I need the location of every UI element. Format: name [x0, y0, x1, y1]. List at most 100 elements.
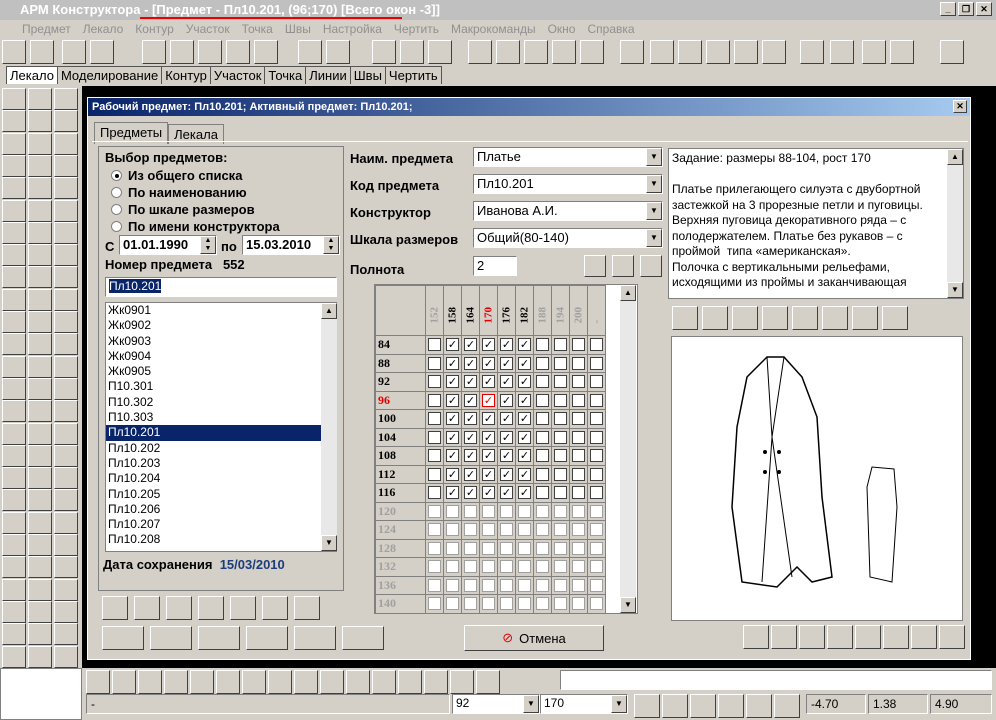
toolbox-button[interactable]: [28, 534, 52, 556]
toolbox-button[interactable]: [54, 177, 78, 200]
draw-tool-button-12[interactable]: [398, 670, 422, 694]
radio-option-0[interactable]: Из общего списка: [111, 167, 280, 184]
tab-3[interactable]: Участок: [209, 66, 266, 84]
snap-button-2[interactable]: [690, 694, 716, 718]
size-row-header[interactable]: 124: [375, 520, 426, 540]
size-height-checkbox[interactable]: [428, 393, 441, 407]
toolbar-button-8[interactable]: [254, 40, 278, 64]
snap-button-4[interactable]: [746, 694, 772, 718]
size-height-checkbox[interactable]: ✓: [482, 486, 495, 500]
size-height-checkbox[interactable]: [482, 523, 495, 537]
tab-0[interactable]: Лекало: [6, 66, 58, 84]
tab-4[interactable]: Точка: [264, 66, 307, 84]
height-column-header[interactable]: 164: [461, 285, 480, 336]
size-height-checkbox[interactable]: [590, 597, 603, 611]
size-height-checkbox[interactable]: [500, 504, 513, 518]
toolbox-button[interactable]: [28, 132, 52, 155]
toolbox-button[interactable]: [2, 355, 26, 378]
toolbox-button[interactable]: [28, 422, 52, 445]
size-height-checkbox[interactable]: [572, 430, 585, 444]
size-row-header[interactable]: 120: [375, 501, 426, 521]
size-height-checkbox[interactable]: ✓: [446, 412, 459, 426]
toolbox-button[interactable]: [2, 154, 26, 177]
size-height-checkbox[interactable]: [590, 356, 603, 370]
size-height-checkbox[interactable]: [464, 504, 477, 518]
list-item[interactable]: Жк0904: [106, 349, 336, 364]
toolbox-button[interactable]: [2, 511, 26, 534]
draw-tool-button-5[interactable]: [216, 670, 240, 694]
size-height-checkbox[interactable]: [428, 467, 441, 481]
size-height-checkbox[interactable]: ✓: [464, 486, 477, 500]
date-to-field[interactable]: 15.03.2010 ▲ ▼: [242, 235, 340, 255]
picture-tool-button-6[interactable]: [852, 306, 878, 330]
height-column-header[interactable]: 182: [515, 285, 534, 336]
size-height-checkbox[interactable]: [572, 356, 585, 370]
size-height-checkbox[interactable]: [590, 375, 603, 389]
toolbox-button[interactable]: [54, 467, 78, 490]
toolbar-button-26[interactable]: [830, 40, 854, 64]
restore-button[interactable]: ❐: [958, 2, 974, 16]
toolbar-button-28[interactable]: [890, 40, 914, 64]
designer-select[interactable]: Иванова А.И. ▼: [473, 201, 663, 221]
size-height-checkbox[interactable]: [572, 412, 585, 426]
height-column-header[interactable]: 176: [497, 285, 516, 336]
tab-5[interactable]: Линии: [305, 66, 351, 84]
size-height-checkbox[interactable]: [554, 523, 567, 537]
grid-action-button-1[interactable]: [584, 255, 606, 277]
size-height-checkbox[interactable]: [572, 504, 585, 518]
code-field[interactable]: Пл10.201 ▼: [473, 174, 663, 194]
size-height-checkbox[interactable]: ✓: [482, 449, 495, 463]
toolbox-button[interactable]: [2, 333, 26, 356]
size-height-checkbox[interactable]: [536, 504, 549, 518]
radio-button[interactable]: [111, 204, 122, 215]
list-item[interactable]: Пл10.203: [106, 456, 336, 471]
size-height-checkbox[interactable]: [554, 449, 567, 463]
toolbox-button[interactable]: [28, 556, 52, 579]
toolbox-button[interactable]: [2, 534, 26, 556]
list-item[interactable]: Пл10.207: [106, 517, 336, 532]
draw-tool-button-2[interactable]: [138, 670, 162, 694]
size-height-checkbox[interactable]: [572, 486, 585, 500]
view-tool-button-3[interactable]: [827, 625, 853, 649]
toolbox-button[interactable]: [2, 244, 26, 267]
size-height-checkbox[interactable]: ✓: [500, 393, 513, 407]
size-height-checkbox[interactable]: ✓: [482, 393, 495, 407]
toolbox-button[interactable]: [54, 623, 78, 646]
size-height-checkbox[interactable]: [500, 578, 513, 592]
toolbox-button[interactable]: [2, 623, 26, 646]
size-row-header[interactable]: 84: [375, 335, 426, 355]
list-action-button-1[interactable]: [134, 596, 160, 620]
size-height-checkbox[interactable]: ✓: [518, 393, 531, 407]
toolbar-button-12[interactable]: [400, 40, 424, 64]
list-item[interactable]: Пл10.202: [106, 441, 336, 456]
snap-button-5[interactable]: [774, 694, 800, 718]
size-height-checkbox[interactable]: [572, 560, 585, 574]
size-height-checkbox[interactable]: [500, 523, 513, 537]
size-height-checkbox[interactable]: [446, 578, 459, 592]
size-height-checkbox[interactable]: ✓: [446, 338, 459, 352]
tab-2[interactable]: Контур: [161, 66, 211, 84]
size-height-checkbox[interactable]: [554, 338, 567, 352]
size-height-checkbox[interactable]: [428, 560, 441, 574]
list-item[interactable]: Пл10.208: [106, 532, 336, 547]
tab-6[interactable]: Швы: [349, 66, 386, 84]
size-height-checkbox[interactable]: [572, 393, 585, 407]
size-height-checkbox[interactable]: [500, 597, 513, 611]
size-height-checkbox[interactable]: ✓: [518, 486, 531, 500]
size-height-checkbox[interactable]: ✓: [446, 467, 459, 481]
size-height-checkbox[interactable]: [428, 504, 441, 518]
size-height-checkbox[interactable]: [482, 578, 495, 592]
size-height-checkbox[interactable]: ✓: [518, 356, 531, 370]
toolbox-button[interactable]: [2, 467, 26, 490]
size-height-checkbox[interactable]: [536, 486, 549, 500]
menu-item[interactable]: Окно: [548, 22, 576, 36]
size-height-checkbox[interactable]: [446, 504, 459, 518]
list-item[interactable]: Жк0903: [106, 334, 336, 349]
toolbox-button[interactable]: [2, 288, 26, 311]
toolbox-button[interactable]: [28, 355, 52, 378]
toolbox-button[interactable]: [54, 578, 78, 601]
toolbox-button[interactable]: [2, 266, 26, 289]
height-column-header[interactable]: 158: [443, 285, 462, 336]
size-height-checkbox[interactable]: [554, 356, 567, 370]
menu-item[interactable]: Участок: [186, 22, 230, 36]
